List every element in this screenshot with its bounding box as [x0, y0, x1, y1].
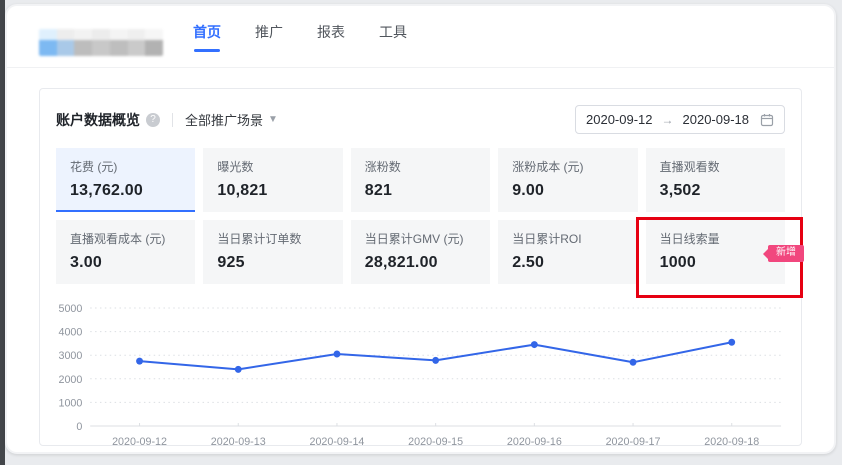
panel-title: 账户数据概览: [56, 111, 140, 128]
scene-filter-dropdown[interactable]: 全部推广场景 ▼: [185, 110, 278, 129]
metric-value: 10,821: [217, 182, 268, 199]
metric-card-gmv[interactable]: 当日累计GMV (元) 28,821.00: [350, 220, 491, 284]
metric-card-new-followers[interactable]: 涨粉数 821: [350, 148, 491, 212]
metric-label: 涨粉数: [364, 160, 401, 174]
app-window: 首页 推广 报表 工具 账户数据概览 ? 全部推广场景 ▼ 2020-09-12…: [5, 4, 836, 454]
svg-text:2020-09-13: 2020-09-13: [211, 436, 266, 448]
svg-text:2020-09-17: 2020-09-17: [606, 436, 661, 448]
new-feature-badge: 新增: [767, 245, 804, 262]
help-icon[interactable]: ?: [146, 112, 160, 127]
metric-value: 2.50: [512, 254, 545, 271]
chevron-down-icon: ▼: [268, 114, 278, 125]
metric-card-follower-cost[interactable]: 涨粉成本 (元) 9.00: [498, 148, 638, 212]
svg-text:5000: 5000: [58, 303, 82, 315]
tab-promotion[interactable]: 推广: [255, 22, 283, 60]
date-range-picker[interactable]: 2020-09-12 → 2020-09-18: [575, 105, 785, 134]
metric-value: 28,821.00: [364, 254, 438, 271]
tab-tools[interactable]: 工具: [379, 22, 407, 60]
metric-card-impressions[interactable]: 曝光数 10,821: [203, 148, 343, 212]
metric-card-live-view-cost[interactable]: 直播观看成本 (元) 3.00: [56, 220, 196, 284]
scene-filter-label: 全部推广场景: [185, 113, 264, 128]
metric-label: 当日累计ROI: [512, 232, 582, 246]
svg-text:2020-09-18: 2020-09-18: [704, 436, 759, 448]
metric-label: 花费 (元): [70, 160, 118, 174]
tab-reports[interactable]: 报表: [317, 22, 345, 60]
divider: [172, 112, 173, 127]
metric-cards: 花费 (元) 13,762.00 曝光数 10,821 涨粉数 821 涨粉成本…: [56, 148, 804, 298]
tab-home[interactable]: 首页: [193, 22, 221, 60]
metric-value: 13,762.00: [70, 182, 143, 199]
metric-value: 925: [217, 254, 245, 271]
nav-tabs: 首页 推广 报表 工具: [193, 18, 407, 67]
svg-text:2020-09-14: 2020-09-14: [309, 436, 364, 448]
metric-value: 3.00: [70, 254, 102, 271]
metric-label: 涨粉成本 (元): [512, 160, 584, 174]
metric-card-roi[interactable]: 当日累计ROI 2.50: [498, 220, 638, 284]
brand-logo-blurred: [39, 29, 163, 56]
date-start: 2020-09-12: [586, 112, 653, 127]
metric-value: 3,502: [659, 182, 701, 199]
svg-text:4000: 4000: [58, 326, 82, 338]
metric-label: 当日累计订单数: [217, 232, 302, 246]
metric-label: 曝光数: [217, 160, 254, 174]
metric-card-cost[interactable]: 花费 (元) 13,762.00: [56, 148, 196, 212]
svg-text:2020-09-16: 2020-09-16: [507, 436, 562, 448]
svg-text:2000: 2000: [58, 374, 82, 386]
metric-label: 当日线索量: [659, 232, 720, 246]
top-nav: 首页 推广 报表 工具: [7, 6, 834, 68]
metric-label: 当日累计GMV (元): [364, 232, 464, 246]
metric-label: 直播观看数: [659, 160, 720, 174]
trend-chart-container: 0 1000 2000 3000 4000 5000 2020-09-12 2020-09-1…: [56, 300, 785, 452]
metric-label: 直播观看成本 (元): [70, 232, 166, 246]
panel-header: 账户数据概览 ? 全部推广场景 ▼ 2020-09-12 → 2020-09-1…: [56, 105, 785, 134]
svg-text:2020-09-12: 2020-09-12: [112, 436, 167, 448]
date-end: 2020-09-18: [682, 112, 750, 127]
metric-card-live-views[interactable]: 直播观看数 3,502: [645, 148, 785, 212]
svg-text:2020-09-15: 2020-09-15: [408, 436, 463, 448]
metric-value: 821: [364, 182, 393, 199]
trend-chart: 0 1000 2000 3000 4000 5000 2020-09-12 2020-09-1…: [58, 303, 782, 448]
svg-text:1000: 1000: [58, 397, 82, 409]
metric-card-orders[interactable]: 当日累计订单数 925: [203, 220, 343, 284]
svg-text:3000: 3000: [58, 350, 82, 362]
metric-value: 9.00: [512, 182, 545, 199]
metric-card-leads[interactable]: 当日线索量 1000 新增: [635, 217, 804, 298]
calendar-icon: [760, 113, 774, 127]
arrow-right-icon: →: [661, 112, 674, 127]
svg-text:0: 0: [76, 421, 82, 433]
metric-value: 1000: [659, 254, 696, 271]
account-overview-panel: 账户数据概览 ? 全部推广场景 ▼ 2020-09-12 → 2020-09-1…: [39, 88, 804, 448]
